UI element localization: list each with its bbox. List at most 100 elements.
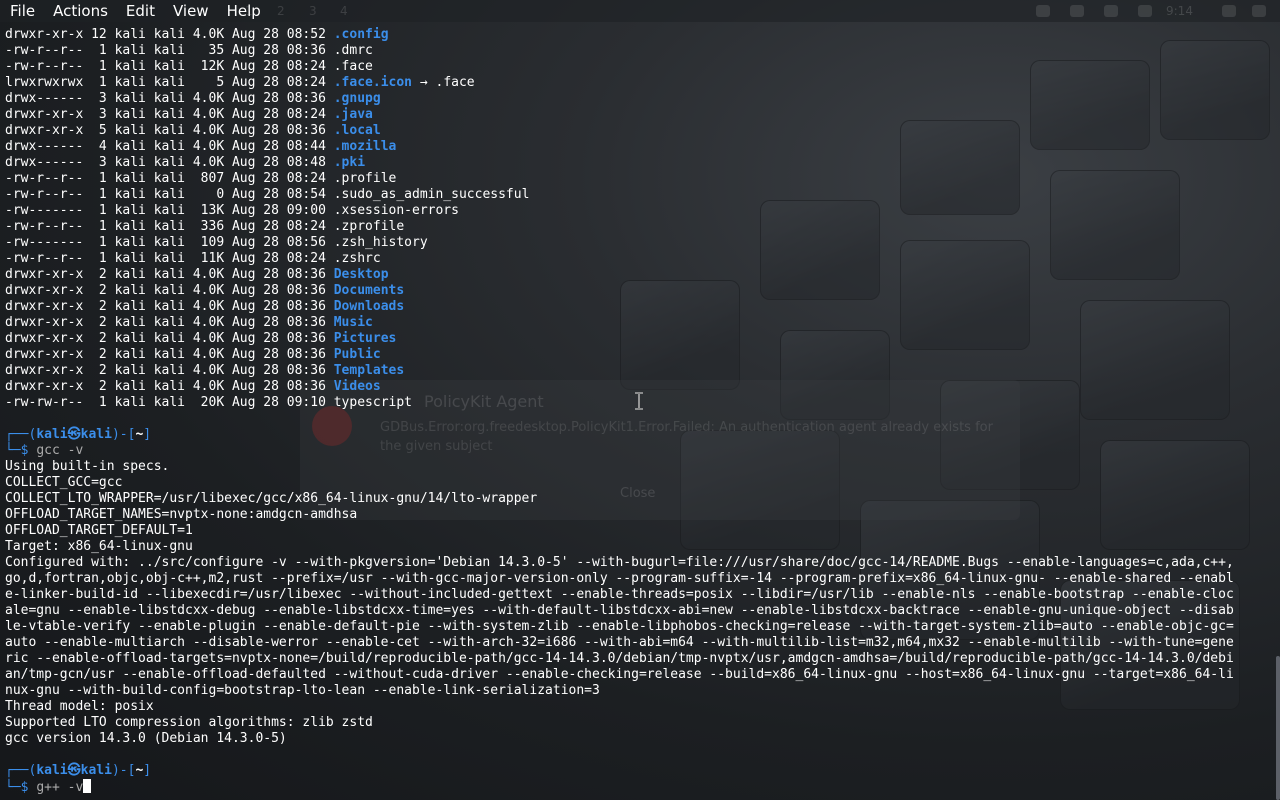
prompt-at: ㉿ xyxy=(67,427,81,442)
listing-row: -rw------- 1 kali kali 13K Aug 28 09:00 … xyxy=(5,203,1262,219)
prompt-frame: ┌──( xyxy=(5,763,37,778)
listing-meta: drwxr-xr-x 12 kali kali 4.0K Aug 28 08:5… xyxy=(5,27,334,42)
listing-row: -rw-r--r-- 1 kali kali 35 Aug 28 08:36 .… xyxy=(5,43,1262,59)
workspace-4[interactable]: 4 xyxy=(340,4,348,18)
listing-row: -rw-r--r-- 1 kali kali 12K Aug 28 08:24 … xyxy=(5,59,1262,75)
output-line: OFFLOAD_TARGET_DEFAULT=1 xyxy=(5,523,193,538)
prompt-separator: )-[ xyxy=(111,427,136,442)
listing-row: drwxr-xr-x 2 kali kali 4.0K Aug 28 08:36… xyxy=(5,267,1262,283)
listing-meta: drwxr-xr-x 2 kali kali 4.0K Aug 28 08:36 xyxy=(5,299,334,314)
prompt-at: ㉿ xyxy=(67,763,81,778)
output-line: nux-gnu --with-build-config=bootstrap-lt… xyxy=(5,683,600,698)
listing-name: .zprofile xyxy=(333,219,405,234)
output-line: auto --enable-multiarch --disable-werror… xyxy=(5,635,1234,650)
listing-row: drwxr-xr-x 2 kali kali 4.0K Aug 28 08:36… xyxy=(5,363,1262,379)
output-line: Target: x86_64-linux-gnu xyxy=(5,539,193,554)
listing-name: .profile xyxy=(333,171,397,186)
listing-meta: drwxr-xr-x 5 kali kali 4.0K Aug 28 08:36 xyxy=(5,123,334,138)
listing-row: drwxr-xr-x 2 kali kali 4.0K Aug 28 08:36… xyxy=(5,347,1262,363)
listing-name: Public xyxy=(333,347,381,362)
listing-name: .gnupg xyxy=(333,91,381,106)
listing-row: drwx------ 4 kali kali 4.0K Aug 28 08:44… xyxy=(5,139,1262,155)
output-line: gcc version 14.3.0 (Debian 14.3.0-5) xyxy=(5,731,287,746)
listing-row: drwxr-xr-x 12 kali kali 4.0K Aug 28 08:5… xyxy=(5,27,1262,43)
volume-icon[interactable] xyxy=(1070,5,1084,17)
prompt-end: ] xyxy=(143,427,152,442)
listing-row: lrwxrwxrwx 1 kali kali 5 Aug 28 08:24 .f… xyxy=(5,75,1262,91)
listing-row: drwxr-xr-x 3 kali kali 4.0K Aug 28 08:24… xyxy=(5,107,1262,123)
prompt-host: kali xyxy=(80,427,112,442)
listing-row: -rw-r--r-- 1 kali kali 807 Aug 28 08:24 … xyxy=(5,171,1262,187)
output-line: Configured with: ../src/configure -v --w… xyxy=(5,555,1234,570)
listing-meta: drwxr-xr-x 2 kali kali 4.0K Aug 28 08:36 xyxy=(5,347,334,362)
lock-icon[interactable] xyxy=(1222,5,1236,17)
terminal-output[interactable]: drwxr-xr-x 12 kali kali 4.0K Aug 28 08:5… xyxy=(5,27,1262,795)
output-line: COLLECT_GCC=gcc xyxy=(5,475,123,490)
terminal-scrollbar[interactable] xyxy=(1276,656,1280,800)
panel-clock: 9:14 xyxy=(1166,4,1193,18)
listing-name: Documents xyxy=(333,283,405,298)
notification-icon[interactable] xyxy=(1104,5,1118,17)
listing-name: .config xyxy=(333,27,389,42)
listing-name: Videos xyxy=(333,379,381,394)
listing-row: drwxr-xr-x 5 kali kali 4.0K Aug 28 08:36… xyxy=(5,123,1262,139)
screenshot-icon[interactable] xyxy=(1036,5,1050,17)
menu-view[interactable]: View xyxy=(163,0,217,22)
menu-help[interactable]: Help xyxy=(217,0,269,22)
listing-meta: drwx------ 3 kali kali 4.0K Aug 28 08:36 xyxy=(5,91,334,106)
listing-meta: drwx------ 3 kali kali 4.0K Aug 28 08:48 xyxy=(5,155,334,170)
prompt-separator: )-[ xyxy=(111,763,136,778)
listing-name: .pki xyxy=(333,155,366,170)
logout-icon[interactable] xyxy=(1252,5,1266,17)
listing-name: .mozilla xyxy=(333,139,397,154)
listing-meta: drwxr-xr-x 3 kali kali 4.0K Aug 28 08:24 xyxy=(5,107,334,122)
listing-name: Templates xyxy=(333,363,405,378)
listing-name: Desktop xyxy=(333,267,389,282)
listing-meta: -rw-r--r-- 1 kali kali 11K Aug 28 08:24 xyxy=(5,251,334,266)
listing-row: -rw------- 1 kali kali 109 Aug 28 08:56 … xyxy=(5,235,1262,251)
prompt-user: kali xyxy=(36,763,68,778)
listing-name: .dmrc xyxy=(333,43,373,58)
listing-name: .face xyxy=(333,59,373,74)
workspace-3[interactable]: 3 xyxy=(309,4,317,18)
listing-meta: drwxr-xr-x 2 kali kali 4.0K Aug 28 08:36 xyxy=(5,315,334,330)
terminal-menubar: File Actions Edit View Help xyxy=(0,0,269,22)
listing-meta: drwxr-xr-x 2 kali kali 4.0K Aug 28 08:36 xyxy=(5,331,334,346)
output-line: e-linker-build-id --libexecdir=/usr/libe… xyxy=(5,587,1234,602)
menu-edit[interactable]: Edit xyxy=(116,0,163,22)
listing-row: -rw-r--r-- 1 kali kali 336 Aug 28 08:24 … xyxy=(5,219,1262,235)
listing-meta: lrwxrwxrwx 1 kali kali 5 Aug 28 08:24 xyxy=(5,75,334,90)
listing-name: .sudo_as_admin_successful xyxy=(333,187,530,202)
listing-name: Music xyxy=(333,315,373,330)
listing-meta: -rw-r--r-- 1 kali kali 807 Aug 28 08:24 xyxy=(5,171,334,186)
listing-row: -rw-r--r-- 1 kali kali 0 Aug 28 08:54 .s… xyxy=(5,187,1262,203)
command-line[interactable]: └─$ gcc -v xyxy=(5,443,1262,459)
listing-name: Downloads xyxy=(333,299,405,314)
listing-meta: drwxr-xr-x 2 kali kali 4.0K Aug 28 08:36 xyxy=(5,363,334,378)
listing-row: drwxr-xr-x 2 kali kali 4.0K Aug 28 08:36… xyxy=(5,331,1262,347)
listing-name: .xsession-errors xyxy=(333,203,459,218)
listing-name: .java xyxy=(333,107,373,122)
power-icon[interactable] xyxy=(1138,5,1152,17)
listing-meta: -rw-r--r-- 1 kali kali 336 Aug 28 08:24 xyxy=(5,219,334,234)
link-target: → .face xyxy=(412,75,475,90)
listing-meta: drwxr-xr-x 2 kali kali 4.0K Aug 28 08:36 xyxy=(5,267,334,282)
command-line[interactable]: └─$ g++ -v xyxy=(5,779,1262,795)
output-line: ale=gnu --enable-libstdcxx-debug --enabl… xyxy=(5,603,1234,618)
listing-name: .zshrc xyxy=(333,251,381,266)
listing-meta: -rw-r--r-- 1 kali kali 35 Aug 28 08:36 xyxy=(5,43,334,58)
output-line: ric --enable-offload-targets=nvptx-none=… xyxy=(5,651,1234,666)
workspace-2[interactable]: 2 xyxy=(277,4,285,18)
listing-row: drwxr-xr-x 2 kali kali 4.0K Aug 28 08:36… xyxy=(5,283,1262,299)
prompt-end: ] xyxy=(143,763,152,778)
prompt-frame: ┌──( xyxy=(5,427,37,442)
terminal-cursor xyxy=(83,779,92,793)
menu-file[interactable]: File xyxy=(0,0,43,22)
output-line: Thread model: posix xyxy=(5,699,154,714)
output-line: OFFLOAD_TARGET_NAMES=nvptx-none:amdgcn-a… xyxy=(5,507,358,522)
listing-row: drwxr-xr-x 2 kali kali 4.0K Aug 28 08:36… xyxy=(5,299,1262,315)
menu-actions[interactable]: Actions xyxy=(43,0,116,22)
prompt-line: ┌──(kali㉿kali)-[~] xyxy=(5,763,1262,779)
